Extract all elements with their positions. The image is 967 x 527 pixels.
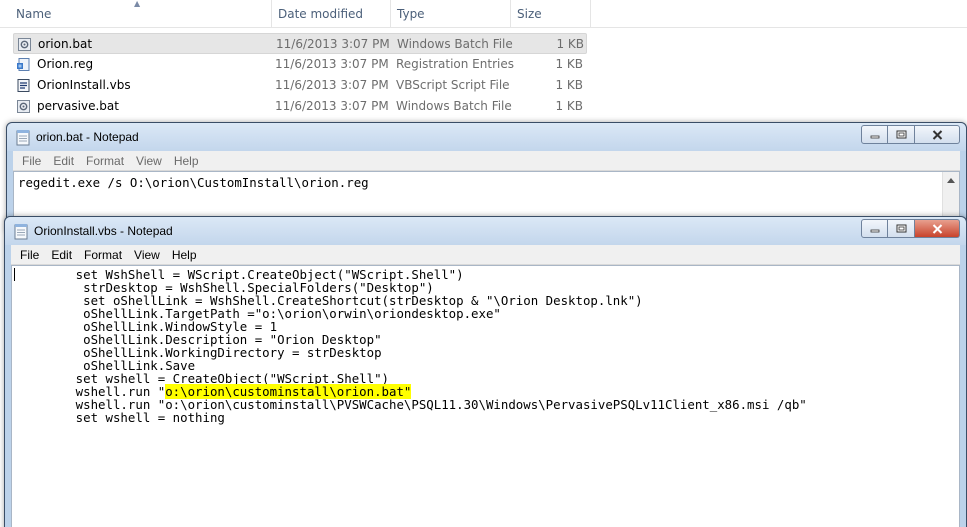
menu-file[interactable]: File — [14, 245, 45, 265]
window-controls — [861, 125, 960, 144]
column-header-name[interactable]: Name — [10, 0, 272, 28]
batch-file-icon — [18, 38, 31, 51]
editor-text: regedit.exe /s O:\orion\CustomInstall\or… — [18, 175, 369, 190]
text-editor[interactable]: set WshShell = WScript.CreateObject("WSc… — [11, 265, 960, 527]
file-size: 1 KB — [555, 78, 583, 92]
scroll-up-arrow-icon — [947, 178, 955, 183]
column-header-row: Name ▲ Date modified Type Size — [0, 0, 967, 28]
sort-ascending-icon: ▲ — [134, 0, 141, 8]
column-size-label: Size — [517, 7, 542, 21]
file-type: Registration Entries — [396, 57, 514, 71]
file-explorer-list: Name ▲ Date modified Type Size orion.bat… — [0, 0, 967, 135]
file-date: 11/6/2013 3:07 PM — [275, 99, 389, 113]
file-row[interactable]: pervasive.bat 11/6/2013 3:07 PM Windows … — [13, 96, 587, 117]
menu-edit[interactable]: Edit — [47, 151, 80, 171]
minimize-button[interactable] — [861, 219, 888, 238]
close-button[interactable] — [915, 219, 960, 238]
menu-format[interactable]: Format — [80, 151, 130, 171]
file-date: 11/6/2013 3:07 PM — [276, 37, 390, 51]
close-icon — [932, 223, 942, 234]
file-type: VBScript Script File — [396, 78, 510, 92]
file-name: pervasive.bat — [37, 99, 119, 113]
minimize-icon — [870, 229, 879, 232]
close-icon — [932, 129, 942, 140]
file-name: orion.bat — [38, 37, 93, 51]
menu-bar: File Edit Format View Help — [11, 245, 960, 265]
file-row[interactable]: orion.bat 11/6/2013 3:07 PM Windows Batc… — [13, 33, 587, 54]
column-date-label: Date modified — [278, 7, 364, 21]
minimize-button[interactable] — [861, 125, 888, 144]
maximize-icon — [896, 130, 906, 139]
menu-file[interactable]: File — [16, 151, 47, 171]
scroll-up-button[interactable] — [943, 172, 959, 189]
registry-file-icon — [17, 58, 30, 71]
window-title: OrionInstall.vbs - Notepad — [34, 224, 173, 238]
menu-view[interactable]: View — [130, 151, 168, 171]
column-type-label: Type — [397, 7, 425, 21]
vbscript-file-icon — [17, 79, 30, 92]
file-size: 1 KB — [556, 37, 584, 51]
batch-file-icon — [17, 100, 30, 113]
column-header-type[interactable]: Type — [391, 0, 511, 28]
menu-help[interactable]: Help — [166, 245, 203, 265]
column-header-size[interactable]: Size — [511, 0, 591, 28]
notepad-icon — [14, 224, 28, 240]
title-bar[interactable]: orion.bat - Notepad — [7, 123, 966, 151]
menu-view[interactable]: View — [128, 245, 166, 265]
maximize-button[interactable] — [888, 125, 915, 144]
close-button[interactable] — [915, 125, 960, 144]
notepad-window-orioninstall-vbs[interactable]: OrionInstall.vbs - Notepad File Edit For… — [4, 216, 967, 527]
file-row[interactable]: OrionInstall.vbs 11/6/2013 3:07 PM VBScr… — [13, 75, 587, 96]
window-title: orion.bat - Notepad — [36, 130, 139, 144]
text-caret — [14, 268, 15, 281]
maximize-button[interactable] — [888, 219, 915, 238]
menu-format[interactable]: Format — [78, 245, 128, 265]
file-type: Windows Batch File — [396, 99, 512, 113]
menu-bar: File Edit Format View Help — [13, 151, 960, 171]
maximize-icon — [896, 224, 906, 233]
column-name-label: Name — [16, 7, 52, 21]
file-type: Windows Batch File — [397, 37, 513, 51]
file-date: 11/6/2013 3:07 PM — [275, 57, 389, 71]
file-date: 11/6/2013 3:07 PM — [275, 78, 389, 92]
column-header-date[interactable]: Date modified — [272, 0, 391, 28]
file-name: OrionInstall.vbs — [37, 78, 131, 92]
window-controls — [861, 219, 960, 238]
minimize-icon — [870, 135, 879, 138]
file-name: Orion.reg — [37, 57, 94, 71]
title-bar[interactable]: OrionInstall.vbs - Notepad — [5, 217, 966, 245]
menu-edit[interactable]: Edit — [45, 245, 78, 265]
code-line: set wshell = nothing — [16, 410, 225, 425]
editor-text: set WshShell = WScript.CreateObject("WSc… — [16, 268, 807, 424]
file-size: 1 KB — [555, 57, 583, 71]
file-row[interactable]: Orion.reg 11/6/2013 3:07 PM Registration… — [13, 54, 587, 75]
menu-help[interactable]: Help — [168, 151, 205, 171]
notepad-icon — [16, 130, 30, 146]
file-size: 1 KB — [555, 99, 583, 113]
